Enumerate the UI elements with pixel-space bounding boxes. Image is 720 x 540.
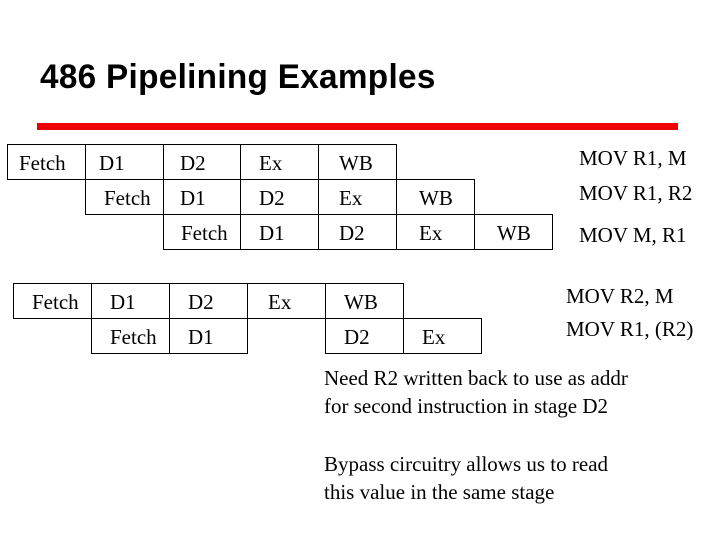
stage-cell: Fetch xyxy=(91,318,170,354)
stage-cell: D2 xyxy=(240,179,319,215)
stage-cell: Fetch xyxy=(85,179,164,215)
slide-title: 486 Pipelining Examples xyxy=(40,58,436,96)
note-line: for second instruction in stage D2 xyxy=(324,394,609,418)
stage-cell: WB xyxy=(474,214,553,250)
stage-cell: Ex xyxy=(396,214,475,250)
stage-cell: Ex xyxy=(247,283,326,319)
bypass-explanation: Bypass circuitry allows us to read this … xyxy=(324,450,608,506)
stage-cell: Ex xyxy=(318,179,397,215)
stage-cell: D2 xyxy=(163,144,241,180)
stage-cell: D1 xyxy=(240,214,319,250)
stage-cell: Fetch xyxy=(13,283,92,319)
instruction-label: MOV R1, (R2) xyxy=(566,317,694,341)
stage-cell: D1 xyxy=(91,283,170,319)
stage-cell: Fetch xyxy=(7,144,86,180)
stage-cell: D2 xyxy=(318,214,397,250)
stall-explanation: Need R2 written back to use as addr for … xyxy=(324,364,628,420)
stage-cell: D1 xyxy=(85,144,164,180)
stage-cell: D2 xyxy=(169,283,248,319)
note-line: this value in the same stage xyxy=(324,480,555,504)
stage-cell: D1 xyxy=(169,318,248,354)
stage-cell: Ex xyxy=(240,144,319,180)
stage-cell: D1 xyxy=(163,179,241,215)
title-rule xyxy=(37,123,678,130)
note-line: Need R2 written back to use as addr xyxy=(324,366,628,390)
stage-cell: Ex xyxy=(403,318,482,354)
stage-cell: WB xyxy=(396,179,475,215)
instruction-label: MOV M, R1 xyxy=(579,223,687,247)
instruction-label: MOV R1, M xyxy=(579,146,687,170)
instruction-label: MOV R2, M xyxy=(566,284,674,308)
stage-cell: D2 xyxy=(325,318,404,354)
note-line: Bypass circuitry allows us to read xyxy=(324,452,609,476)
stage-cell: WB xyxy=(318,144,397,180)
stall-cell xyxy=(247,318,326,354)
stage-cell: Fetch xyxy=(163,214,241,250)
instruction-label: MOV R1, R2 xyxy=(579,181,693,205)
stage-cell: WB xyxy=(325,283,404,319)
